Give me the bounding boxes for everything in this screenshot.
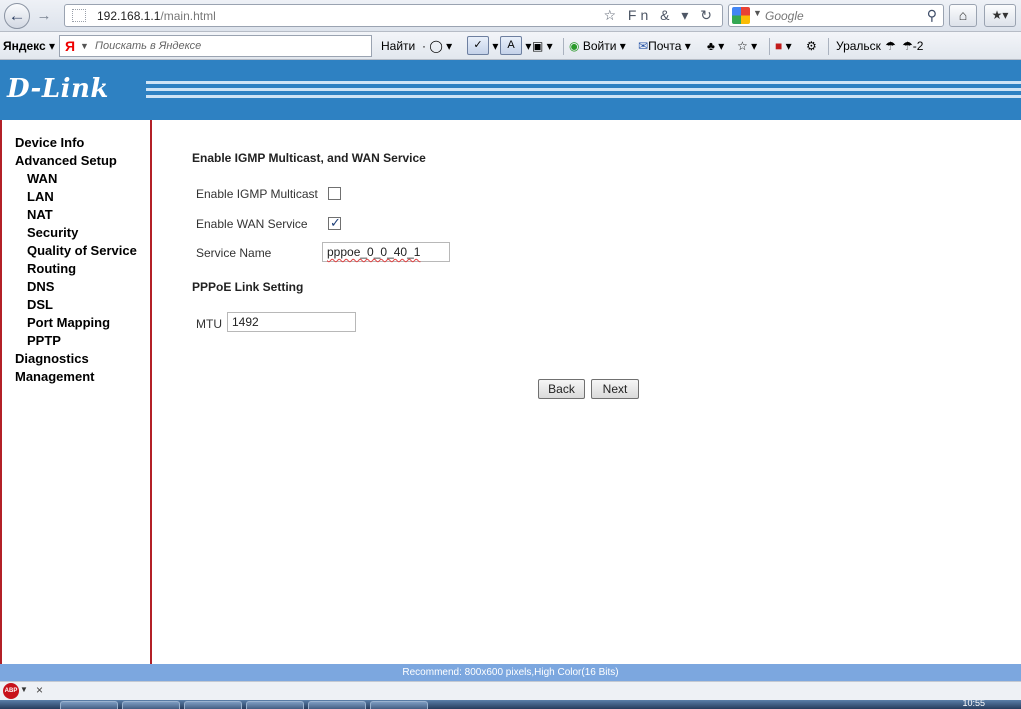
sidebar-item-routing[interactable]: Routing (15, 260, 137, 278)
login-button[interactable]: ◉ Войти ▾ (569, 36, 626, 56)
search-bar[interactable]: ▼ Google ⚲ (728, 4, 944, 27)
pppoe-section-title: PPPoE Link Setting (192, 280, 304, 294)
taskbar-item[interactable] (246, 701, 304, 709)
market-icon[interactable]: ♣ ▾ (707, 36, 724, 56)
sidebar-item-nat[interactable]: NAT (15, 206, 137, 224)
taskbar-item[interactable] (122, 701, 180, 709)
toolbar-divider (563, 38, 564, 55)
taskbar-item[interactable] (308, 701, 366, 709)
page-favicon-icon (72, 9, 86, 22)
page-title: Enable IGMP Multicast, and WAN Service (192, 151, 426, 165)
arrow-right-icon: → (36, 7, 52, 24)
search-icon[interactable]: ⚲ (927, 7, 937, 24)
sidebar-item-advanced-setup[interactable]: Advanced Setup (15, 152, 137, 170)
sidebar-item-wan[interactable]: WAN (15, 170, 137, 188)
adblock-plus-icon[interactable]: ABP (3, 683, 19, 699)
sidebar-item-security[interactable]: Security (15, 224, 137, 242)
sidebar-menu: Device Info Advanced Setup WAN LAN NAT S… (15, 134, 137, 386)
sidebar-item-lan[interactable]: LAN (15, 188, 137, 206)
home-button[interactable]: ⌂ (949, 4, 977, 27)
spellcheck-button[interactable]: ✓ ▾ (467, 36, 498, 56)
yandex-logo-text: Яндекс (3, 39, 46, 53)
weather-temp: ☂-2 (902, 39, 924, 53)
settings-gear-icon[interactable]: ⚙ (806, 36, 817, 56)
sidebar-item-diagnostics[interactable]: Diagnostics (15, 350, 137, 368)
google-icon[interactable] (732, 7, 750, 24)
back-form-button[interactable]: Back (538, 379, 585, 399)
yandex-search-input[interactable]: Я ▼ Поискать в Яндексе (59, 35, 372, 57)
yandex-bar-icon[interactable]: ■ ▾ (775, 36, 792, 56)
url-text: 192.168.1.1/main.html (97, 9, 216, 23)
addon-bar: ABP ▼ × (0, 681, 1021, 700)
translate-button[interactable]: A ▾ (500, 36, 531, 56)
chevron-down-icon[interactable]: ▼ (753, 8, 762, 18)
header-stripe (146, 95, 1021, 98)
sidebar-item-quality-of-service[interactable]: Quality of Service (15, 242, 137, 260)
page-footer: Recommend: 800x600 pixels,High Color(16 … (0, 664, 1021, 681)
chevron-down-icon[interactable]: ▼ (80, 41, 89, 51)
mail-icon: ✉ (638, 39, 649, 53)
key-icon: ◉ (569, 39, 580, 53)
router-header: D-Link (0, 60, 1021, 120)
sidebar-item-management[interactable]: Management (15, 368, 137, 386)
taskbar-item[interactable] (370, 701, 428, 709)
yandex-find-button[interactable]: Найти (381, 39, 415, 53)
url-host: 192.168.1.1 (97, 9, 161, 23)
bookmarks-button[interactable]: ★▾ (984, 4, 1016, 27)
url-bar[interactable]: 192.168.1.1/main.html ☆ Fn & ▾ ↻ (64, 4, 723, 27)
weather-icon: ☂ (885, 39, 896, 53)
header-stripe (146, 88, 1021, 91)
login-label: Войти (582, 39, 617, 53)
igmp-checkbox[interactable] (328, 187, 341, 200)
spellcheck-icon: ✓ (467, 36, 489, 55)
sidebar-item-dsl[interactable]: DSL (15, 296, 137, 314)
url-bar-icons[interactable]: ☆ Fn & ▾ ↻ (603, 7, 716, 24)
mtu-label: MTU (196, 317, 222, 331)
yandex-ya-icon: Я (65, 38, 76, 54)
yandex-toolbar: Яндекс ▾ Я ▼ Поискать в Яндексе Найти · … (0, 32, 1021, 60)
wan-service-label: Enable WAN Service (196, 217, 308, 231)
toolbar-divider (828, 38, 829, 55)
url-path: /main.html (160, 9, 216, 23)
yandex-search-placeholder: Поискать в Яндексе (95, 40, 202, 52)
windows-taskbar: 10:55 (0, 700, 1021, 709)
toolbar-divider (769, 38, 770, 55)
yandex-logo[interactable]: Яндекс ▾ (3, 39, 55, 53)
weather-temp-value: -2 (912, 39, 924, 53)
favorites-star-icon[interactable]: ☆ ▾ (737, 36, 757, 56)
mail-button[interactable]: ✉Почта ▾ (638, 36, 691, 56)
back-button[interactable]: ← (4, 3, 30, 29)
header-stripe (146, 81, 1021, 84)
main-content: Enable IGMP Multicast, and WAN Service E… (152, 120, 1021, 664)
taskbar-item[interactable] (60, 701, 118, 709)
service-name-input[interactable]: pppoe_0_0_40_1 (322, 242, 450, 262)
mtu-input[interactable]: 1492 (227, 312, 356, 332)
close-icon[interactable]: × (36, 683, 43, 697)
speech-bubble-icon[interactable]: · ◯ ▾ (422, 36, 452, 56)
wan-service-checkbox[interactable] (328, 215, 341, 231)
weather-city[interactable]: Уральск (836, 36, 881, 56)
igmp-label: Enable IGMP Multicast (196, 187, 318, 201)
next-button[interactable]: Next (591, 379, 639, 399)
browser-navbar: ← → 192.168.1.1/main.html ☆ Fn & ▾ ↻ ▼ G… (0, 0, 1021, 32)
search-placeholder: Google (765, 9, 804, 23)
service-name-label: Service Name (196, 246, 272, 260)
dlink-logo: D-Link (7, 74, 109, 104)
sidebar: Device Info Advanced Setup WAN LAN NAT S… (0, 120, 152, 664)
bookmarks-icon: ★▾ (991, 8, 1009, 22)
mail-label: Почта (648, 39, 682, 53)
chevron-down-icon[interactable]: ▼ (20, 685, 28, 694)
page-translate-icon[interactable]: ▣ ▾ (532, 36, 553, 56)
sidebar-item-device-info[interactable]: Device Info (15, 134, 137, 152)
forward-button[interactable]: → (34, 7, 54, 25)
sidebar-item-dns[interactable]: DNS (15, 278, 137, 296)
arrow-left-icon: ← (8, 6, 26, 25)
sidebar-item-pptp[interactable]: PPTP (15, 332, 137, 350)
sidebar-item-port-mapping[interactable]: Port Mapping (15, 314, 137, 332)
taskbar-clock[interactable]: 10:55 (962, 700, 985, 708)
home-icon: ⌂ (958, 7, 968, 23)
taskbar-item[interactable] (184, 701, 242, 709)
translate-icon: A (500, 36, 522, 55)
